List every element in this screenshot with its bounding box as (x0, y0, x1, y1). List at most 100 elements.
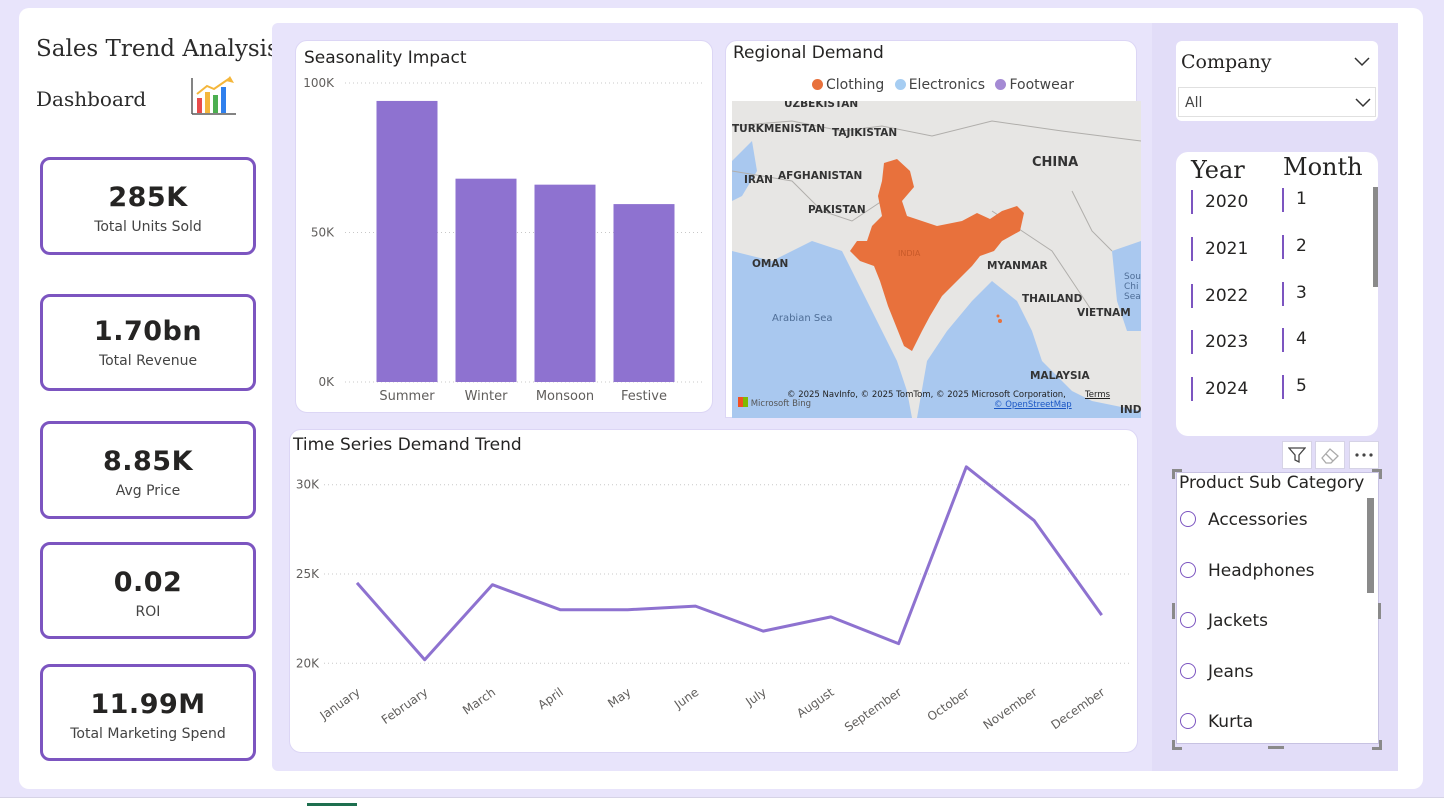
kpi-label: Total Units Sold (94, 219, 202, 235)
company-slicer-label: Company (1181, 51, 1272, 73)
subcategory-item[interactable]: Kurta (1180, 712, 1253, 732)
legend-item-clothing[interactable]: Clothing (812, 77, 884, 93)
subcategory-item[interactable]: Headphones (1180, 561, 1315, 581)
kpi-label: Avg Price (115, 483, 181, 499)
svg-text:Chi: Chi (1124, 282, 1139, 292)
subcategory-scrollbar[interactable] (1367, 498, 1374, 593)
dashboard-title: Sales Trend Analysis (36, 36, 279, 62)
month-item[interactable]: 2 (1296, 236, 1307, 256)
legend-item-footwear[interactable]: Footwear (995, 77, 1074, 93)
selection-handle[interactable] (1372, 469, 1382, 479)
map-label: MYANMAR (987, 260, 1048, 272)
map-label: TURKMENISTAN (732, 123, 825, 135)
kpi-value: 1.70bn (93, 316, 203, 347)
regional-demand-map[interactable]: INDIA UZBEKISTAN TURKMENISTAN TAJIKISTAN… (732, 101, 1141, 418)
clear-selections-button[interactable] (1315, 441, 1345, 469)
company-dropdown-value: All (1185, 95, 1203, 111)
x-tick-label: May (605, 685, 633, 711)
subcategory-label: Jeans (1208, 661, 1254, 682)
svg-text:Sea: Sea (1124, 292, 1141, 302)
year-item-marker (1191, 377, 1193, 401)
subcategory-label: Accessories (1208, 510, 1308, 530)
y-tick-label: 0K (318, 375, 335, 389)
svg-text:Sou: Sou (1124, 272, 1141, 282)
timeseries-line-chart: 20K 25K 30K January February March April May Jun… (296, 465, 1129, 735)
filter-button[interactable] (1282, 441, 1312, 469)
x-tick-label: July (742, 685, 769, 709)
month-item[interactable]: 4 (1296, 329, 1307, 349)
company-slicer: Company All (1176, 41, 1378, 121)
year-item[interactable]: 2024 (1205, 379, 1248, 399)
x-tick-label: Festive (621, 389, 667, 404)
map-label: UZBEKISTAN (784, 101, 858, 110)
year-item[interactable]: 2022 (1205, 286, 1248, 306)
x-tick-label: April (535, 685, 566, 712)
map-label: IRAN (744, 174, 773, 186)
selection-handle[interactable] (1172, 603, 1175, 619)
radio-icon[interactable] (1180, 713, 1196, 729)
selection-handle[interactable] (1172, 469, 1182, 479)
radio-icon[interactable] (1180, 561, 1196, 578)
month-item[interactable]: 3 (1296, 283, 1307, 303)
month-item-marker (1282, 188, 1284, 212)
legend-item-electronics[interactable]: Electronics (894, 77, 985, 93)
radio-icon[interactable] (1180, 662, 1196, 679)
chevron-down-icon[interactable] (1354, 56, 1370, 68)
x-tick-label: Summer (379, 389, 435, 404)
filter-icon (1288, 447, 1306, 464)
bar-monsoon (534, 184, 596, 382)
year-item-marker (1191, 283, 1193, 308)
chevron-down-icon (1355, 98, 1371, 108)
bar-festive (613, 204, 675, 382)
more-options-button[interactable] (1349, 441, 1379, 469)
selection-handle[interactable] (1378, 603, 1381, 619)
map-drawing: INDIA UZBEKISTAN TURKMENISTAN TAJIKISTAN… (732, 101, 1141, 418)
y-tick-label: 100K (303, 76, 335, 90)
selection-handle[interactable] (1268, 746, 1284, 749)
y-tick-label: 25K (296, 567, 320, 581)
kpi-value: 285K (108, 182, 188, 213)
month-item-marker (1282, 281, 1284, 306)
y-tick-label: 50K (311, 226, 335, 240)
bar-winter (455, 178, 517, 382)
kpi-card-roi: 0.02 ROI (40, 542, 256, 639)
map-terms-link[interactable]: Terms (1085, 390, 1110, 400)
month-item[interactable]: 5 (1296, 376, 1307, 396)
map-label: INDO (1120, 404, 1141, 416)
kpi-value: 11.99M (90, 689, 206, 720)
subcategory-label: Kurta (1208, 712, 1254, 732)
radio-icon[interactable] (1180, 511, 1196, 527)
month-item[interactable]: 1 (1296, 189, 1307, 209)
slicer-scrollbar[interactable] (1373, 187, 1378, 287)
kpi-value: 8.85K (102, 446, 194, 477)
year-item[interactable]: 2020 (1205, 192, 1248, 212)
selection-handle[interactable] (1372, 740, 1382, 750)
demand-trend-line (355, 465, 1103, 662)
subcategory-item[interactable]: Jackets (1180, 611, 1268, 631)
kpi-label: Total Marketing Spend (70, 726, 226, 742)
year-header: Year (1191, 156, 1245, 184)
kpi-card-total-marketing-spend: 11.99M Total Marketing Spend (40, 664, 256, 761)
more-options-icon (1355, 453, 1373, 457)
radio-icon[interactable] (1180, 612, 1196, 628)
year-item[interactable]: 2023 (1205, 332, 1248, 352)
year-item[interactable]: 2021 (1205, 239, 1248, 259)
month-header: Month (1283, 153, 1363, 181)
month-item-marker (1282, 328, 1284, 353)
map-osm-link[interactable]: © OpenStreetMap (994, 400, 1072, 410)
y-tick-label: 30K (296, 478, 320, 492)
subcategory-header: Product Sub Category (1179, 473, 1365, 493)
selection-handle[interactable] (1172, 740, 1182, 750)
x-tick-label: Winter (465, 389, 509, 404)
seasonality-bar-chart: 0K 50K 100K Summer Winter Monsoon Festive (303, 76, 705, 404)
map-label: PAKISTAN (808, 204, 866, 216)
subcategory-item[interactable]: Jeans (1180, 662, 1254, 682)
x-tick-label: February (379, 685, 431, 727)
company-dropdown[interactable]: All (1178, 87, 1376, 117)
subcategory-label: Headphones (1208, 560, 1315, 581)
subcategory-item[interactable]: Accessories (1180, 510, 1308, 530)
microsoft-bing-logo: Microsoft Bing (738, 397, 811, 409)
legend-dot-icon (894, 79, 906, 90)
year-item-marker (1191, 190, 1193, 214)
ms-logo-icon (738, 397, 748, 407)
